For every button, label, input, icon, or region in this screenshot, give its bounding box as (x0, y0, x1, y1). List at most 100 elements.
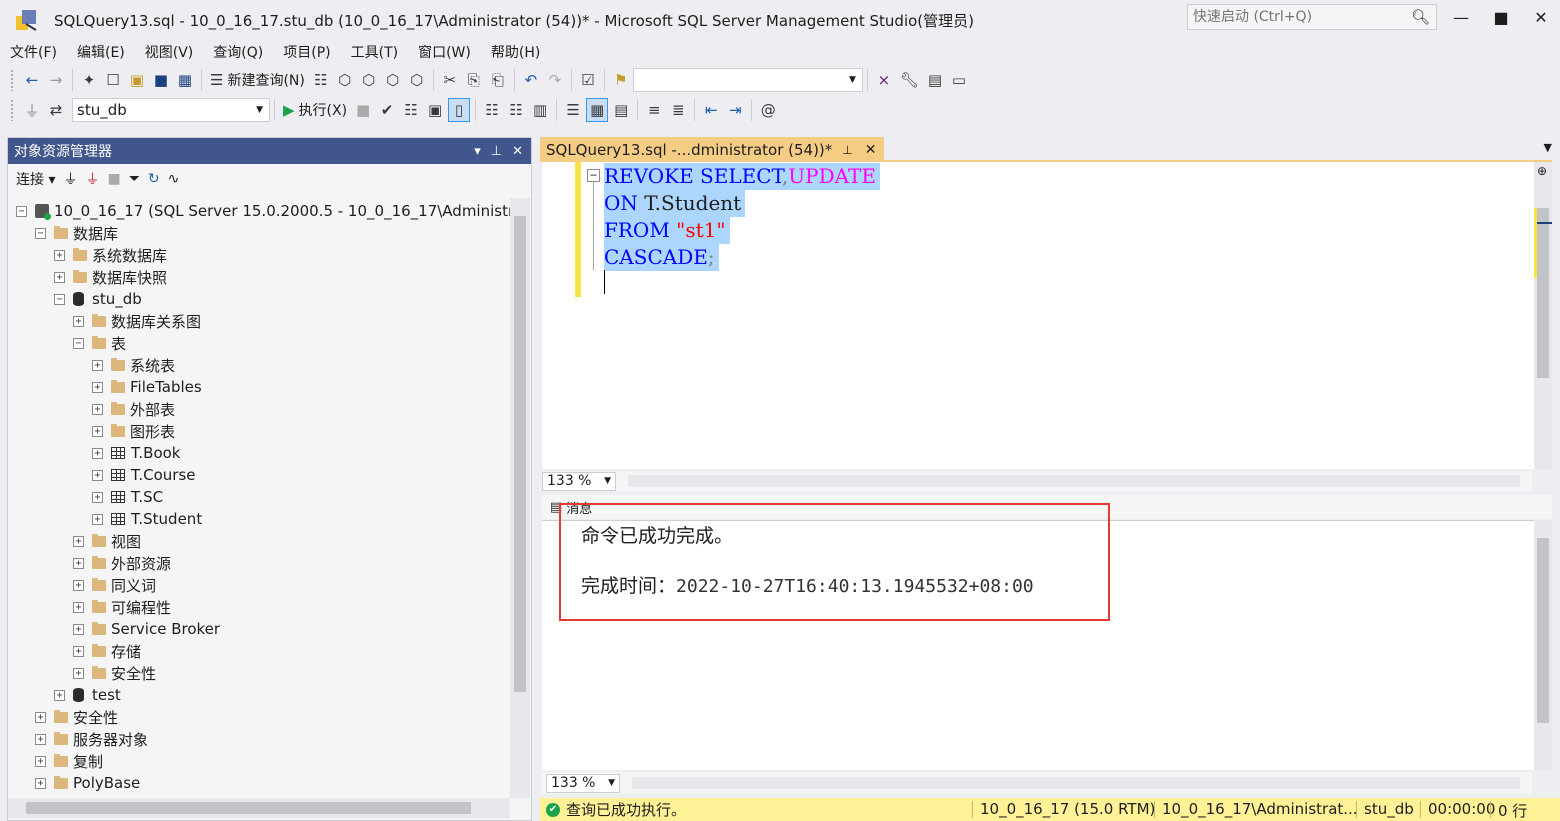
mdx-query-icon[interactable]: ⬡ (334, 68, 356, 92)
tree-vertical-scrollbar[interactable] (510, 198, 530, 798)
expand-icon[interactable]: + (73, 557, 84, 569)
tree-node-t-book[interactable]: + T.Book (92, 442, 180, 464)
menu-file[interactable]: 文件(F) (0, 38, 67, 64)
execute-button[interactable]: ▶ 执行(X) (280, 98, 350, 122)
expand-icon[interactable]: + (35, 755, 46, 767)
save-all-icon[interactable]: ▦ (174, 68, 196, 92)
expand-icon[interactable]: + (92, 491, 103, 503)
tree-node-security[interactable]: + 安全性 (35, 706, 118, 728)
wrench-icon[interactable]: 🔧︎ (897, 68, 922, 92)
tree-node-system-databases[interactable]: + 系统数据库 (54, 244, 167, 266)
connect-icon[interactable]: ⏚ (21, 98, 43, 122)
expand-icon[interactable]: + (73, 315, 84, 327)
expand-icon[interactable]: + (35, 711, 46, 723)
tree-node-db-diagrams[interactable]: + 数据库关系图 (73, 310, 201, 332)
tree-node-storage[interactable]: + 存储 (73, 640, 141, 662)
tree-node-t-sc[interactable]: + T.SC (92, 486, 163, 508)
expand-icon[interactable]: + (92, 403, 103, 415)
query-options-icon[interactable]: ▣ (424, 98, 446, 122)
tree-node-views[interactable]: + 视图 (73, 530, 141, 552)
tree-node-programmability[interactable]: + 可编程性 (73, 596, 171, 618)
expand-icon[interactable]: + (92, 513, 103, 525)
menu-view[interactable]: 视图(V) (135, 38, 204, 64)
menu-project[interactable]: 项目(P) (273, 38, 340, 64)
menu-help[interactable]: 帮助(H) (481, 38, 550, 64)
expand-icon[interactable]: + (92, 425, 103, 437)
tree-node-db-snapshots[interactable]: + 数据库快照 (54, 266, 167, 288)
redo-icon[interactable]: ↷ (544, 68, 566, 92)
results-vertical-scrollbar[interactable] (1534, 520, 1552, 770)
expand-icon[interactable]: + (54, 249, 65, 261)
tree-node-t-student[interactable]: + T.Student (92, 508, 202, 530)
panel-menu-icon[interactable]: ▾ (474, 144, 481, 159)
filter-icon[interactable]: ⏷ (129, 171, 140, 187)
menu-tools[interactable]: 工具(T) (341, 38, 408, 64)
live-stats-icon[interactable]: ☷ (505, 98, 527, 122)
estimated-plan-icon[interactable]: ☷ (400, 98, 422, 122)
results-horizontal-scrollbar[interactable] (632, 777, 1520, 789)
stop-icon[interactable]: ■ (107, 171, 120, 187)
tree-node-tables[interactable]: − 表 (73, 332, 126, 354)
expand-icon[interactable]: + (92, 469, 103, 481)
tree-node-server-objects[interactable]: + 服务器对象 (35, 728, 148, 750)
quick-launch-input[interactable] (1188, 5, 1408, 29)
close-button[interactable]: ✕ (1526, 6, 1556, 30)
client-stats-icon[interactable]: ▥ (529, 98, 551, 122)
split-icon[interactable]: ⊕ (1537, 164, 1547, 178)
tree-horizontal-scrollbar[interactable] (8, 798, 510, 818)
add-item-icon[interactable]: ☐ (102, 68, 124, 92)
find-icon[interactable]: ⚑ (610, 68, 632, 92)
tab-messages[interactable]: ▤ 消息 (550, 498, 592, 517)
tree-node-external-resources[interactable]: + 外部资源 (73, 552, 171, 574)
collapse-icon[interactable]: − (16, 205, 27, 217)
intellisense-icon[interactable]: ▯ (448, 98, 471, 122)
include-plan-icon[interactable]: ☷ (481, 98, 503, 122)
disconnect-icon[interactable]: ⏚ (85, 169, 99, 189)
parse-icon[interactable]: ✔ (376, 98, 398, 122)
solution-config-dropdown[interactable]: ▼ (632, 68, 863, 92)
connect-plug-icon[interactable]: ⏚ (63, 169, 77, 189)
collapse-icon[interactable]: − (35, 227, 46, 239)
messages-pane[interactable]: 命令已成功完成。 完成时间：2022-10-27T16:40:13.194553… (542, 520, 1534, 770)
tree-node-filetables[interactable]: + FileTables (92, 376, 202, 398)
tree-node-replication[interactable]: + 复制 (35, 750, 103, 772)
tab-close-icon[interactable]: ✕ (865, 142, 877, 158)
collapse-icon[interactable]: − (73, 337, 84, 349)
connect-dropdown[interactable]: 连接 ▾ (16, 169, 55, 189)
tree-node-polybase[interactable]: + PolyBase (35, 772, 140, 794)
tree-node-t-course[interactable]: + T.Course (92, 464, 196, 486)
uncomment-icon[interactable]: ≣ (667, 98, 689, 122)
undo-icon[interactable]: ↶ (520, 68, 542, 92)
quick-launch[interactable]: 🔍︎ (1187, 4, 1437, 30)
change-connection-icon[interactable]: ⇄ (45, 98, 67, 122)
toolbar-grip[interactable] (10, 69, 14, 91)
results-to-text-icon[interactable]: ☰ (562, 98, 584, 122)
expand-icon[interactable]: + (35, 777, 46, 789)
editor-horizontal-scrollbar[interactable] (628, 475, 1520, 487)
comment-icon[interactable]: ≡ (643, 98, 665, 122)
tree-node-synonyms[interactable]: + 同义词 (73, 574, 156, 596)
tree-node-stu-db[interactable]: − stu_db (54, 288, 142, 310)
tree-node-databases[interactable]: − 数据库 (35, 222, 118, 244)
command-window-icon[interactable]: ▭ (948, 68, 970, 92)
expand-icon[interactable]: + (73, 645, 84, 657)
tree-node-test-db[interactable]: + test (54, 684, 121, 706)
menu-window[interactable]: 窗口(W) (408, 38, 481, 64)
minimize-button[interactable]: — (1446, 6, 1476, 30)
expand-icon[interactable]: + (73, 579, 84, 591)
expand-icon[interactable]: + (54, 689, 65, 701)
menu-edit[interactable]: 编辑(E) (67, 38, 135, 64)
expand-icon[interactable]: + (92, 359, 103, 371)
tab-overflow-icon[interactable]: ▼ (1544, 141, 1552, 154)
tree-node-server[interactable]: −10_0_16_17 (SQL Server 15.0.2000.5 - 10… (16, 200, 510, 222)
expand-icon[interactable]: + (73, 535, 84, 547)
tree-node-system-tables[interactable]: + 系统表 (92, 354, 175, 376)
expand-icon[interactable]: + (92, 381, 103, 393)
save-icon[interactable]: ■ (150, 68, 172, 92)
panel-close-icon[interactable]: ✕ (512, 144, 523, 159)
expand-icon[interactable]: + (73, 667, 84, 679)
tree-node-service-broker[interactable]: + Service Broker (73, 618, 220, 640)
collapse-icon[interactable]: − (54, 293, 65, 305)
forward-button[interactable]: → (45, 68, 67, 92)
editor-zoom-dropdown[interactable]: 133 % ▼ (542, 471, 616, 491)
